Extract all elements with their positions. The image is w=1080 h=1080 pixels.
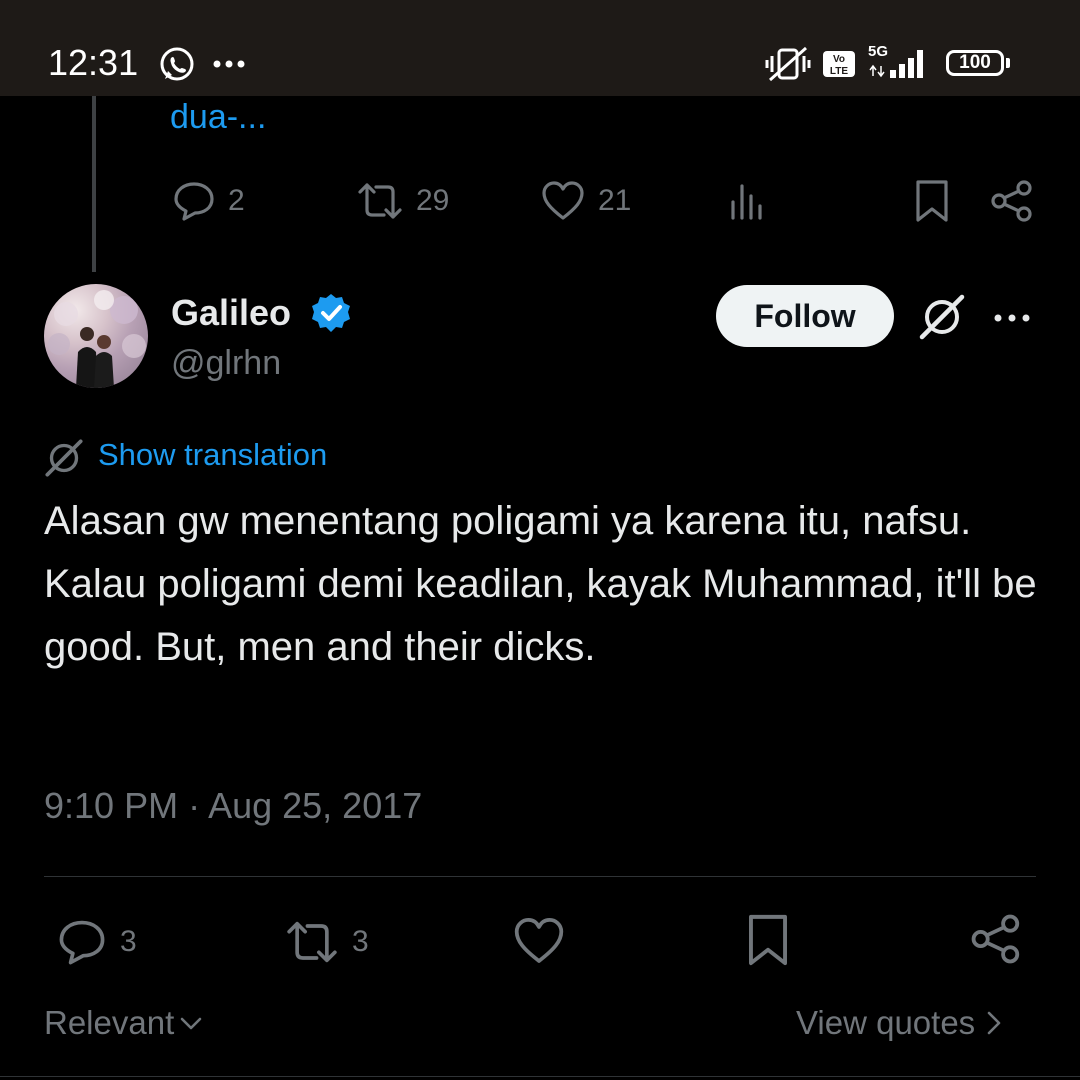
svg-text:Vo: Vo <box>833 54 845 65</box>
chevron-right-icon <box>987 1011 1001 1035</box>
bookmark-icon <box>916 180 948 222</box>
more-dots-icon <box>213 60 245 68</box>
retweet-count: 29 <box>416 184 450 217</box>
bookmark-button[interactable] <box>914 178 950 224</box>
views-icon <box>731 184 762 220</box>
avatar[interactable] <box>44 284 148 388</box>
follow-button[interactable]: Follow <box>716 285 894 347</box>
main-like-button[interactable] <box>512 916 566 966</box>
main-bookmark-button[interactable] <box>746 912 790 968</box>
main-reply-button[interactable]: 3 <box>56 918 137 966</box>
retweet-icon <box>358 183 402 219</box>
share-icon <box>991 180 1032 222</box>
chevron-down-icon <box>180 1017 202 1030</box>
views-button[interactable] <box>728 182 768 220</box>
main-retweet-button[interactable]: 3 <box>284 918 369 966</box>
like-count: 21 <box>598 184 632 217</box>
like-icon <box>542 181 584 220</box>
previous-tweet-text[interactable]: dua-... <box>170 98 266 137</box>
svg-text:5G: 5G <box>868 43 888 60</box>
bookmark-icon <box>749 914 787 966</box>
thread-line <box>92 96 96 272</box>
main-reply-count: 3 <box>120 925 137 958</box>
translate-icon <box>45 439 83 477</box>
sort-dropdown[interactable]: Relevant <box>44 1004 204 1042</box>
avatar-image <box>48 290 146 388</box>
signal-icon: 5G <box>868 43 923 78</box>
like-icon <box>514 917 564 963</box>
tweet-timestamp[interactable]: 9:10 PM · Aug 25, 2017 <box>44 785 422 827</box>
main-retweet-count: 3 <box>352 925 369 958</box>
status-time: 12:31 <box>48 42 139 83</box>
reply-count: 2 <box>228 184 245 217</box>
reply-icon <box>174 182 214 221</box>
tweet-text: Alasan gw menentang poligami ya karena i… <box>44 499 1037 669</box>
bottom-divider <box>0 1076 1080 1077</box>
share-button[interactable] <box>990 180 1034 222</box>
grok-icon[interactable] <box>918 293 966 341</box>
volte-icon: Vo LTE <box>823 51 855 77</box>
retweet-icon <box>287 921 337 963</box>
view-quotes-link[interactable]: View quotes <box>796 1004 1005 1042</box>
svg-text:LTE: LTE <box>830 66 848 77</box>
retweet-button[interactable]: 29 <box>356 180 449 222</box>
author-handle[interactable]: @glrhn <box>171 344 281 383</box>
vibrate-off-icon <box>765 46 811 82</box>
whatsapp-icon <box>160 47 194 81</box>
sort-label: Relevant <box>44 1004 175 1041</box>
verified-badge-icon <box>312 294 350 332</box>
like-button[interactable]: 21 <box>540 180 631 222</box>
reply-icon <box>59 920 105 965</box>
show-translation-link[interactable]: Show translation <box>98 437 327 473</box>
status-bar: 12:31 Vo LTE 5G 100 <box>0 0 1080 96</box>
battery-icon: 100 <box>946 50 1004 76</box>
more-options-icon[interactable] <box>990 296 1034 340</box>
share-icon <box>971 914 1020 964</box>
divider <box>44 876 1036 877</box>
reply-button[interactable]: 2 <box>172 180 245 222</box>
author-name[interactable]: Galileo <box>171 292 291 334</box>
battery-tip <box>1006 58 1010 68</box>
view-quotes-label: View quotes <box>796 1004 976 1041</box>
main-share-button[interactable] <box>970 914 1022 964</box>
